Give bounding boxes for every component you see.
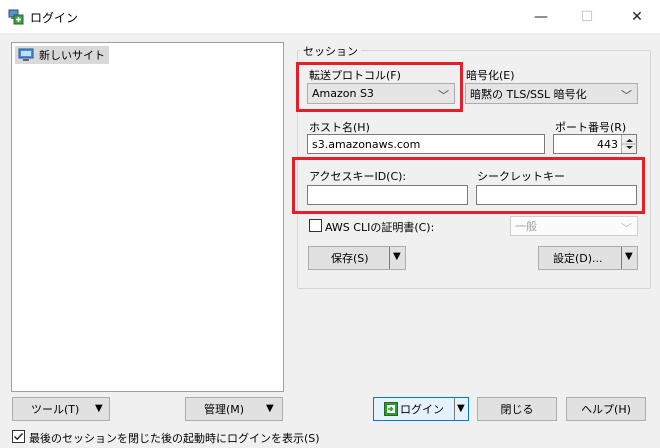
down-arrow-icon (626, 146, 633, 149)
port-spinner[interactable] (621, 135, 637, 153)
aws-cli-label: AWS CLIの証明書(C): (325, 221, 435, 234)
close-button[interactable]: 閉じる (477, 397, 557, 421)
login-icon (384, 402, 398, 416)
show-login-checkbox[interactable] (12, 430, 25, 443)
site-tree-item-label: 新しいサイト (39, 49, 105, 62)
host-label: ホスト名(H) (309, 121, 370, 134)
dropdown-arrow-icon: ▼ (266, 403, 274, 414)
computer-icon (18, 48, 34, 61)
chevron-down-icon: ﹀ (438, 89, 449, 102)
save-button[interactable]: 保存(S) ▼ (308, 246, 406, 270)
session-group-label: セッション (300, 43, 361, 59)
tools-button[interactable]: ツール(T) ▼ (12, 397, 110, 421)
protocol-label: 転送プロトコル(F) (309, 69, 401, 82)
help-button-label: ヘルプ(H) (581, 403, 631, 416)
site-tree[interactable]: 新しいサイト (11, 42, 284, 392)
aws-cli-checkbox[interactable] (309, 219, 322, 232)
chevron-down-icon: ﹀ (621, 222, 632, 235)
login-button[interactable]: ログイン ▼ (373, 397, 469, 421)
secret-key-input[interactable] (476, 185, 637, 205)
encryption-select[interactable]: 暗黙の TLS/SSL 暗号化 ﹀ (465, 83, 638, 104)
close-button-label: 閉じる (500, 403, 534, 416)
up-arrow-icon (626, 139, 633, 142)
app-icon (8, 9, 24, 25)
help-button[interactable]: ヘルプ(H) (566, 397, 646, 421)
host-input[interactable]: s3.amazonaws.com (307, 134, 545, 154)
tools-button-label: ツール(T) (31, 403, 80, 416)
access-key-input[interactable] (307, 185, 468, 205)
encryption-value: 暗黙の TLS/SSL 暗号化 (470, 87, 587, 101)
settings-button-label: 設定(D)... (553, 252, 603, 265)
aws-cli-value: 一般 (515, 220, 537, 233)
checkmark-icon (14, 433, 24, 441)
port-value: 443 (597, 137, 618, 151)
login-button-label: ログイン (400, 403, 444, 416)
settings-button[interactable]: 設定(D)... ▼ (538, 246, 638, 270)
chevron-down-icon: ﹀ (621, 89, 632, 102)
maximize-button[interactable]: ☐ (564, 0, 610, 33)
dropdown-arrow-icon: ▼ (393, 251, 401, 262)
protocol-value: Amazon S3 (312, 87, 374, 100)
window-title: ログイン (30, 11, 79, 25)
site-tree-item-new-site[interactable]: 新しいサイト (15, 46, 109, 64)
show-login-label: 最後のセッションを閉じた後の起動時にログインを表示(S) (29, 432, 320, 445)
protocol-select[interactable]: Amazon S3 ﹀ (307, 83, 455, 104)
encryption-label: 暗号化(E) (466, 69, 515, 82)
access-key-label: アクセスキーID(C): (309, 170, 407, 183)
save-button-label: 保存(S) (331, 252, 369, 265)
manage-button-label: 管理(M) (204, 403, 245, 416)
dropdown-arrow-icon: ▼ (457, 403, 465, 414)
secret-key-label: シークレットキー (477, 170, 565, 183)
dropdown-arrow-icon: ▼ (625, 251, 633, 262)
dropdown-arrow-icon: ▼ (95, 403, 103, 414)
manage-button[interactable]: 管理(M) ▼ (185, 397, 283, 421)
host-value: s3.amazonaws.com (312, 137, 421, 151)
port-label: ポート番号(R) (555, 121, 627, 134)
close-window-button[interactable]: ✕ (614, 0, 660, 33)
minimize-button[interactable]: — (518, 0, 564, 33)
aws-cli-select[interactable]: 一般 ﹀ (510, 216, 638, 236)
